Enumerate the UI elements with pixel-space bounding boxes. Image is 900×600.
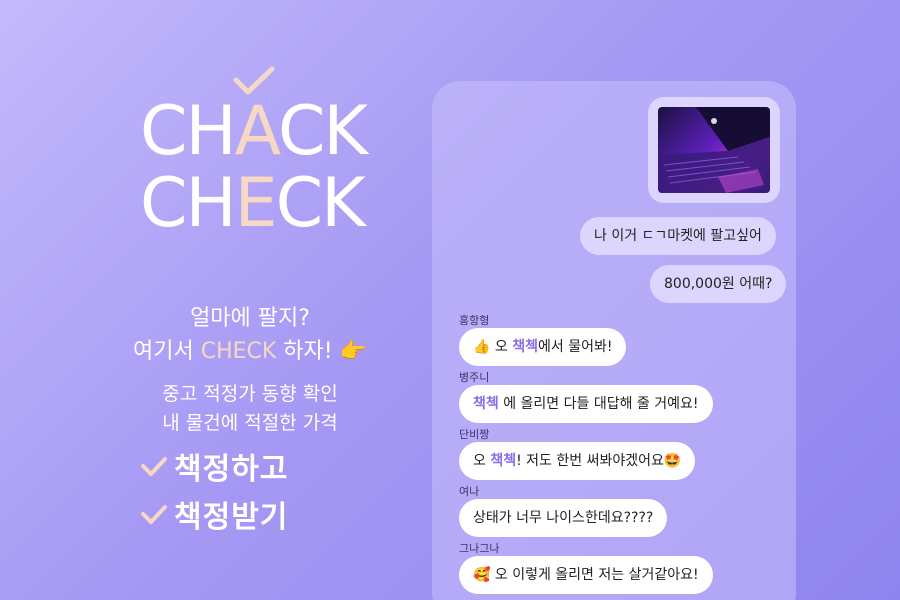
logo: CHACK CHECK [140, 64, 380, 242]
tagline-line-1: 얼마에 팔지? [190, 306, 310, 331]
sender-name: 홍항형 [459, 314, 490, 327]
shared-photo-message[interactable] [648, 97, 780, 203]
check-icon [141, 457, 167, 476]
message-text: 🥰 오 이렇게 올리면 저는 살거같아요! [473, 567, 699, 583]
reply-bubble: 상태가 너무 나이스한데요???? [459, 499, 668, 537]
subtitle-line-2: 내 물건에 적절한 가격 [162, 412, 338, 434]
tagline-text: 여기서 [133, 339, 201, 364]
logo-text: CH [140, 92, 237, 171]
tagline-line-2: 여기서 CHECK 하자! 👉 [90, 335, 410, 368]
tagline: 얼마에 팔지? 여기서 CHECK 하자! 👉 [90, 302, 410, 368]
check-icon [141, 505, 167, 524]
logo-highlight-letter: E [234, 164, 278, 243]
logo-line-2: CHECK [140, 170, 380, 242]
brand-highlight: 책첵 [473, 396, 499, 412]
message-text: 👍 오 [473, 339, 513, 355]
feature-item: 책정받기 [140, 492, 288, 536]
message-text: 상태가 너무 나이스한데요???? [473, 510, 654, 526]
sender-name: 병주니 [459, 371, 490, 384]
subtitle-line-1: 중고 적정가 동향 확인 [162, 383, 338, 405]
tagline-text: 하자! 👉 [276, 339, 367, 364]
tagline-highlight: CHECK [200, 339, 277, 364]
my-message-bubble: 나 이거 ㄷㄱ마켓에 팔고싶어 [580, 217, 776, 255]
laptop-illustration [658, 107, 770, 193]
feature-item: 책정하고 [140, 444, 288, 488]
logo-line-1: CHACK [140, 98, 380, 170]
reply-bubble: 책첵 에 올리면 다들 대답해 줄 거예요! [459, 385, 713, 423]
logo-text: CH [140, 164, 237, 243]
subtitle: 중고 적정가 동향 확인 내 물건에 적절한 가격 [90, 380, 410, 438]
reply-bubble: 👍 오 책첵에서 물어봐! [459, 328, 627, 366]
message-text: 에 올리면 다들 대답해 줄 거예요! [498, 396, 699, 412]
message-text: 에서 물어봐! [537, 339, 613, 355]
brand-highlight: 책첵 [512, 339, 538, 355]
brand-highlight: 책첵 [490, 453, 517, 469]
reply-bubble: 오 책첵! 저도 한번 써봐야겠어요🤩 [459, 442, 696, 480]
message-text: ! 저도 한번 써봐야겠어요🤩 [516, 453, 682, 469]
logo-text: CK [277, 92, 368, 171]
reply-bubble: 🥰 오 이렇게 올리면 저는 살거같아요! [459, 556, 713, 594]
feature-label: 책정받기 [174, 500, 289, 535]
feature-label: 책정하고 [174, 452, 289, 487]
logo-text: CK [275, 164, 366, 243]
sender-name: 그나그나 [459, 542, 500, 555]
logo-highlight-letter: A [234, 92, 280, 171]
my-message-bubble: 800,000원 어때? [650, 265, 787, 303]
sender-name: 단비짱 [459, 428, 490, 441]
sender-name: 여나 [459, 485, 480, 498]
laptop-photo [658, 107, 770, 193]
message-text: 오 [473, 453, 491, 469]
